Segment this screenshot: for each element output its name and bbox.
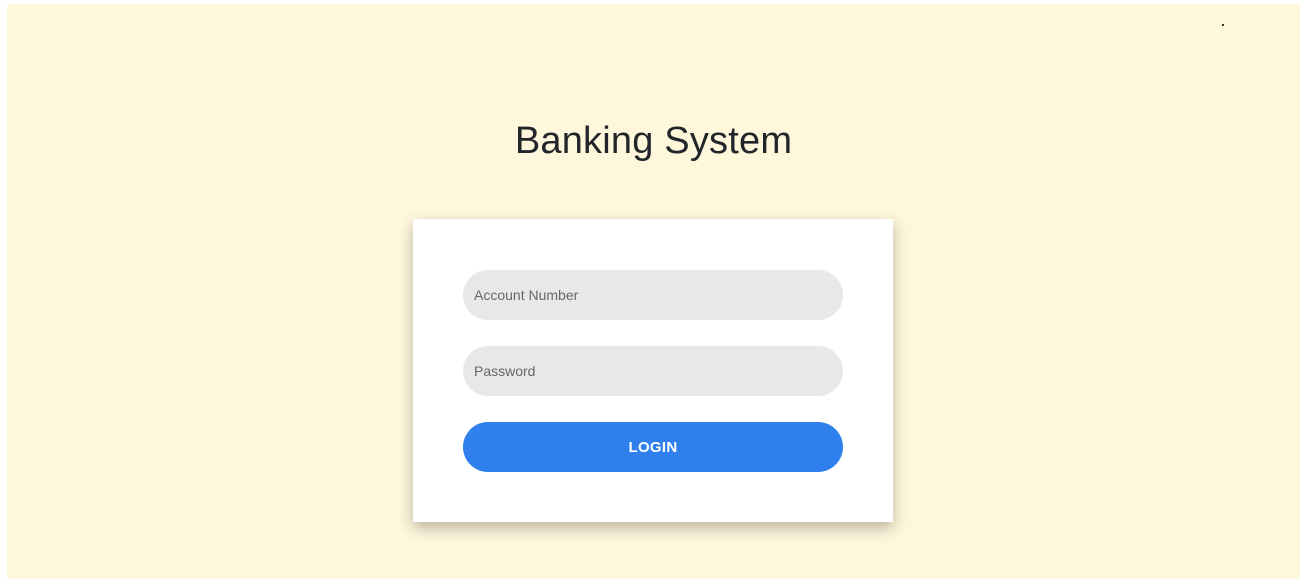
login-card: LOGIN [413,219,893,522]
login-button[interactable]: LOGIN [463,422,843,472]
account-number-input[interactable] [463,270,843,320]
page-background: Banking System LOGIN [7,4,1300,579]
page-title: Banking System [514,120,793,162]
password-input[interactable] [463,346,843,396]
corner-dot [1222,24,1224,26]
